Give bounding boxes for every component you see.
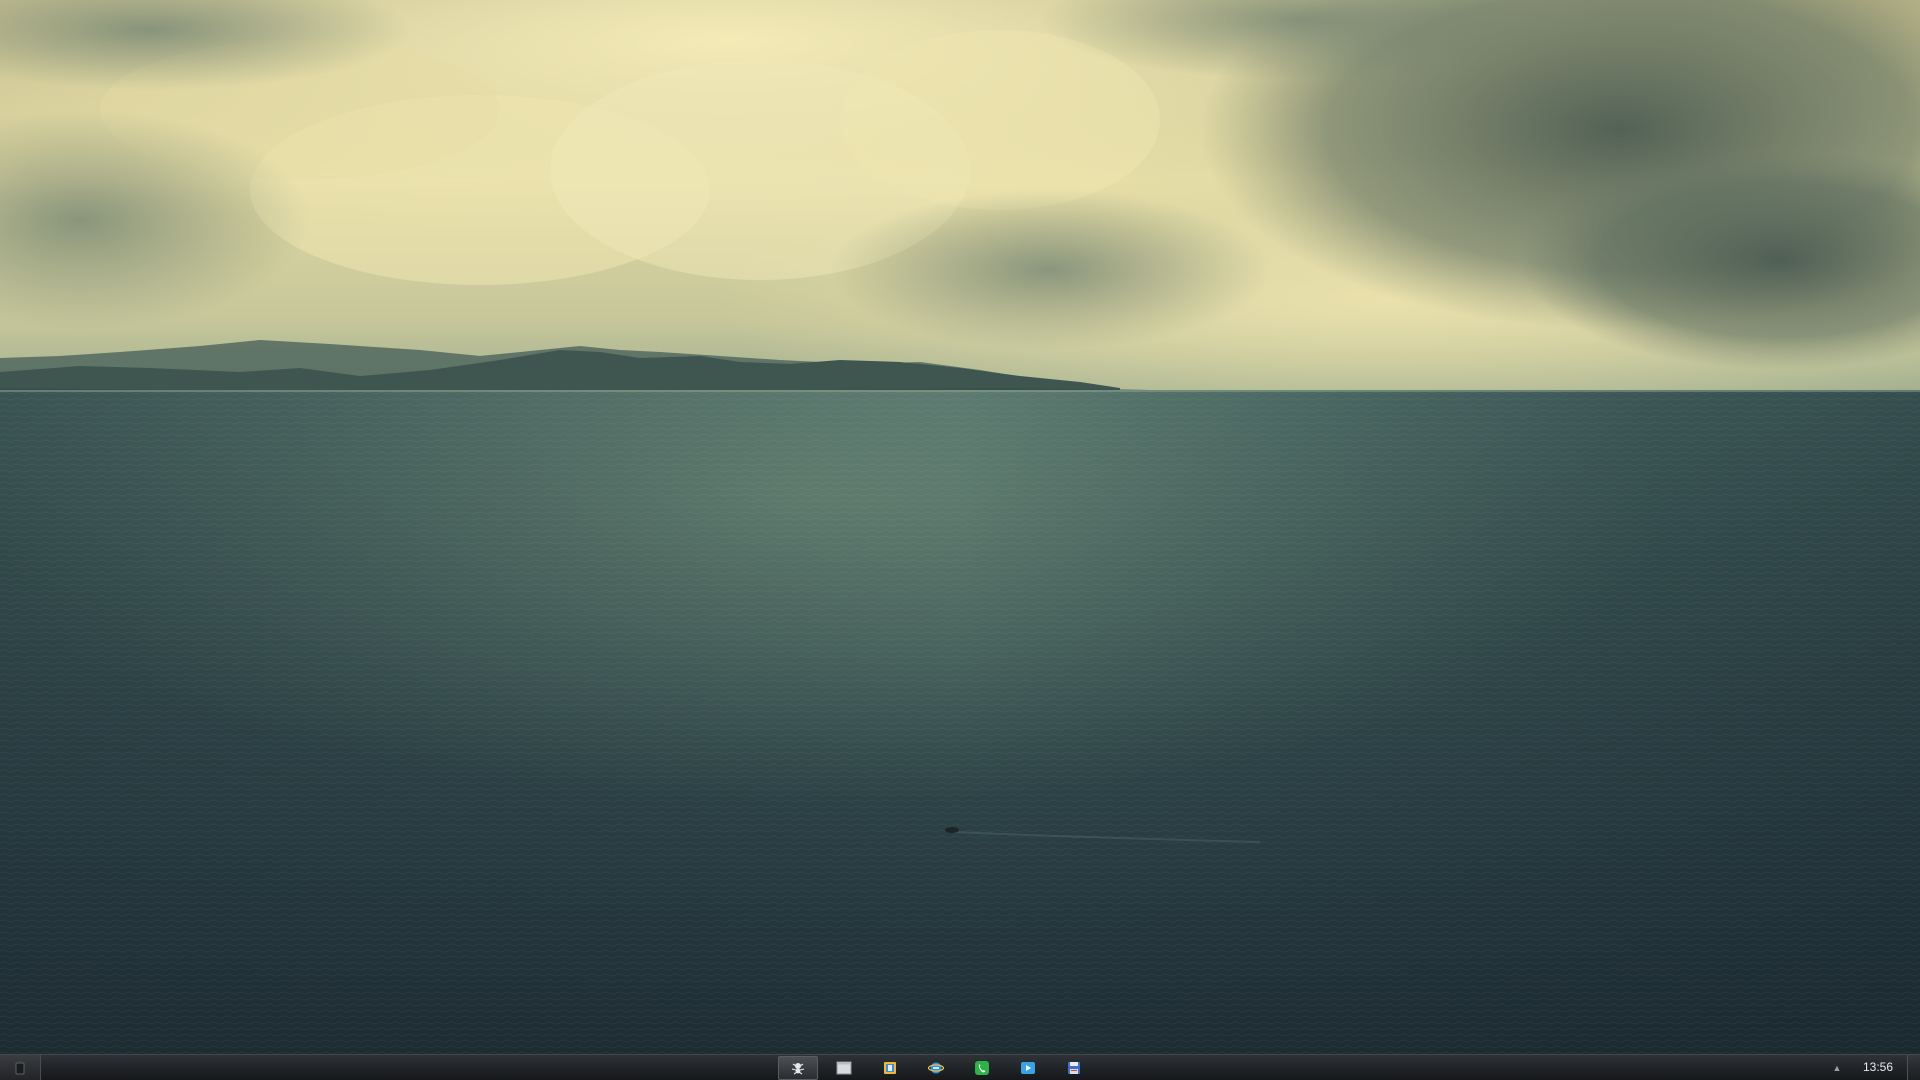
- blank-window-icon: [836, 1061, 852, 1075]
- taskbar-item-file-explorer[interactable]: [870, 1056, 910, 1080]
- system-tray: ▲ 13:56: [1827, 1055, 1920, 1080]
- desktop: ▲ 13:56: [0, 0, 1920, 1080]
- taskbar: ▲ 13:56: [0, 1054, 1920, 1080]
- taskbar-item-blank-window[interactable]: [824, 1056, 864, 1080]
- taskbar-item-media-player[interactable]: [1008, 1056, 1048, 1080]
- start-button[interactable]: [0, 1055, 41, 1080]
- save-disk-icon: [1066, 1060, 1082, 1076]
- start-orb-icon: [13, 1060, 27, 1076]
- phone-app-icon: [974, 1060, 990, 1076]
- internet-explorer-icon: [928, 1060, 944, 1076]
- media-player-icon: [1020, 1060, 1036, 1076]
- wallpaper: [0, 0, 1920, 1080]
- taskbar-clock[interactable]: 13:56: [1847, 1055, 1907, 1080]
- taskbar-pinned-apps: [778, 1055, 1100, 1080]
- taskbar-item-internet-explorer[interactable]: [916, 1056, 956, 1080]
- spider-app-icon: [790, 1060, 806, 1076]
- show-desktop-button[interactable]: [1907, 1055, 1920, 1080]
- taskbar-item-save-disk[interactable]: [1054, 1056, 1094, 1080]
- tray-up-arrow-icon[interactable]: ▲: [1827, 1055, 1847, 1080]
- taskbar-item-phone-app[interactable]: [962, 1056, 1002, 1080]
- taskbar-item-spider-app[interactable]: [778, 1055, 818, 1080]
- file-explorer-icon: [882, 1060, 898, 1076]
